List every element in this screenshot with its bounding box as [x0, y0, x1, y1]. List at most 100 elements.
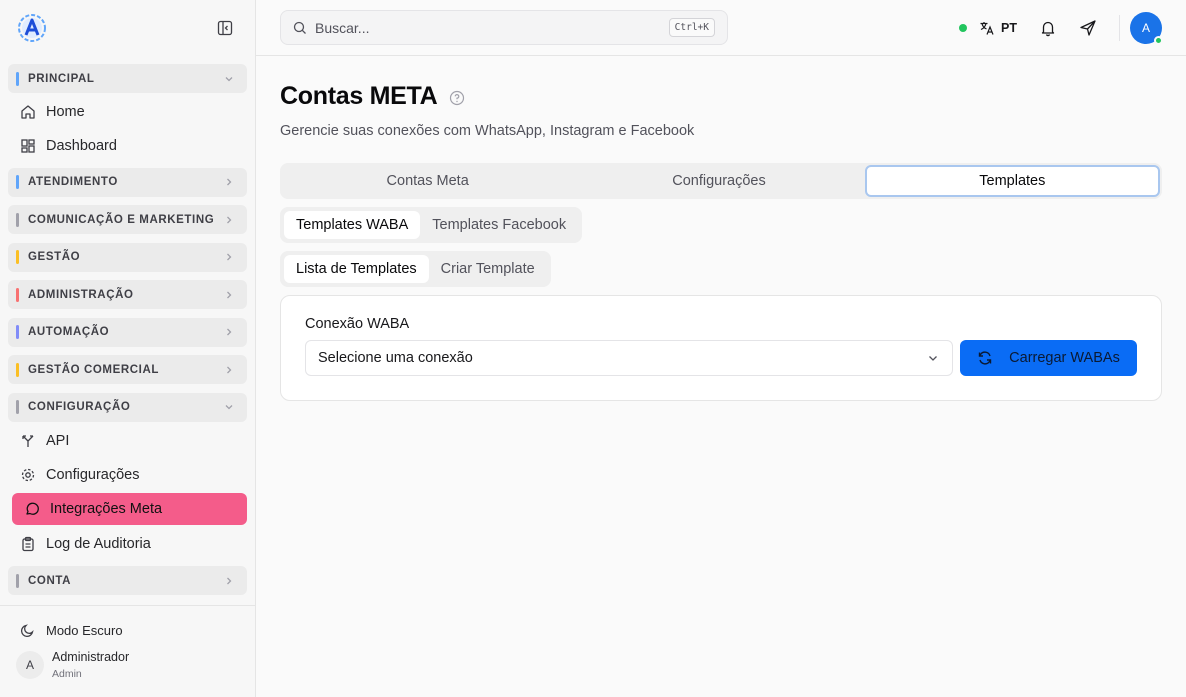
group-label: AUTOMAÇÃO: [28, 326, 110, 338]
sidebar-nav: PRINCIPAL Home Dashboard ATENDIMENTO COM…: [8, 64, 247, 604]
group-color-bar: [16, 362, 19, 377]
sidebar-collapse-button[interactable]: [215, 18, 235, 38]
group-administracao[interactable]: ADMINISTRAÇÃO: [8, 280, 247, 309]
group-label: COMUNICAÇÃO E MARKETING: [28, 213, 215, 226]
group-conta[interactable]: CONTA: [8, 566, 247, 595]
sidebar-item-label: Integrações Meta: [50, 501, 163, 517]
dashboard-icon: [21, 139, 35, 153]
app-logo-icon[interactable]: [16, 12, 48, 44]
user-avatar: A: [16, 651, 44, 679]
tab-templates-facebook[interactable]: Templates Facebook: [420, 211, 578, 239]
bell-icon[interactable]: [1039, 19, 1057, 37]
language-label: PT: [1001, 21, 1017, 35]
chevron-right-icon: [227, 216, 232, 223]
tab-lista-templates[interactable]: Lista de Templates: [284, 255, 429, 283]
group-color-bar: [16, 71, 19, 86]
group-label: ATENDIMENTO: [28, 176, 118, 188]
tab-criar-template[interactable]: Criar Template: [429, 255, 547, 283]
search-input[interactable]: [315, 19, 669, 36]
page-title: Contas META: [280, 82, 438, 110]
user-role: Admin: [52, 668, 82, 680]
group-color-bar: [16, 325, 19, 339]
online-indicator: [1154, 36, 1163, 45]
group-automacao[interactable]: AUTOMAÇÃO: [8, 317, 247, 347]
group-label: ADMINISTRAÇÃO: [28, 288, 134, 301]
waba-connection-card: Conexão WABA Selecione uma conexão Carre…: [280, 295, 1162, 401]
chevron-right-icon: [227, 577, 232, 584]
panel-left-icon: [217, 20, 233, 36]
tab-contas-meta[interactable]: Contas Meta: [282, 165, 573, 197]
waba-connection-select[interactable]: Selecione uma conexão: [305, 340, 953, 376]
chevron-down-icon: [225, 405, 233, 410]
sidebar-item-integracoes-meta[interactable]: Integrações Meta: [12, 493, 247, 525]
title-row: Contas META: [280, 82, 1162, 111]
language-switcher[interactable]: PT: [979, 20, 1017, 36]
group-label: CONTA: [28, 574, 72, 587]
group-color-bar: [16, 287, 19, 302]
sidebar-item-label: Configurações: [46, 466, 140, 483]
load-wabas-label: Carregar WABAs: [1009, 350, 1120, 366]
sidebar-item-label: Dashboard: [46, 138, 117, 154]
main-content: Contas META Gerencie suas conexões com W…: [280, 56, 1162, 401]
group-gestao[interactable]: GESTÃO: [8, 242, 247, 272]
sidebar-item-api[interactable]: API: [8, 425, 247, 456]
sidebar-header: [0, 0, 255, 56]
sidebar-item-label: API: [46, 432, 70, 449]
top-header: Ctrl+K PT A: [256, 0, 1186, 56]
group-atendimento[interactable]: ATENDIMENTO: [8, 167, 247, 197]
tab-configuracoes[interactable]: Configurações: [573, 165, 864, 197]
group-color-bar: [16, 175, 19, 189]
user-avatar-button[interactable]: A: [1130, 12, 1163, 45]
search-icon: [293, 21, 306, 34]
group-label: GESTÃO: [28, 251, 81, 263]
gear-icon: [21, 468, 35, 481]
template-type-tabs: Templates WABA Templates Facebook: [280, 207, 583, 243]
search-box[interactable]: Ctrl+K: [280, 10, 728, 45]
select-value: Selecione uma conexão: [318, 350, 473, 366]
tab-templates-waba[interactable]: Templates WABA: [284, 211, 421, 239]
group-principal[interactable]: PRINCIPAL: [8, 64, 247, 93]
sidebar-item-home[interactable]: Home: [8, 97, 247, 128]
group-gestao-comercial[interactable]: GESTÃO COMERCIAL: [8, 355, 247, 384]
sidebar-item-configuracoes[interactable]: Configurações: [8, 459, 247, 490]
refresh-icon: [978, 351, 992, 365]
group-comunicacao-marketing[interactable]: COMUNICAÇÃO E MARKETING: [8, 205, 247, 234]
page-subtitle: Gerencie suas conexões com WhatsApp, Ins…: [280, 123, 695, 139]
user-name: Administrador: [52, 650, 130, 664]
group-color-bar: [16, 400, 19, 414]
chevron-right-icon: [227, 366, 232, 373]
home-icon: [21, 105, 35, 119]
send-icon[interactable]: [1079, 19, 1097, 37]
sidebar-item-dashboard[interactable]: Dashboard: [8, 131, 247, 162]
group-configuracao[interactable]: CONFIGURAÇÃO: [8, 392, 247, 422]
header-divider: [1119, 15, 1120, 41]
group-color-bar: [16, 573, 19, 588]
header-actions: PT A: [959, 12, 1163, 45]
dark-mode-toggle[interactable]: Modo Escuro: [16, 618, 239, 642]
api-icon: [22, 434, 34, 447]
sidebar: PRINCIPAL Home Dashboard ATENDIMENTO COM…: [0, 0, 256, 697]
chevron-right-icon: [227, 253, 232, 261]
translate-icon: [980, 22, 994, 35]
main-tabs: Contas Meta Configurações Templates: [280, 163, 1162, 199]
chevron-right-icon: [227, 291, 232, 298]
chevron-down-icon: [929, 356, 937, 361]
chevron-right-icon: [227, 328, 232, 336]
avatar-initial: A: [1141, 21, 1150, 35]
sidebar-item-label: Home: [46, 104, 85, 120]
search-shortcut: Ctrl+K: [668, 18, 715, 37]
sidebar-item-label: Log de Auditoria: [46, 535, 151, 552]
dark-mode-label: Modo Escuro: [46, 622, 123, 638]
tab-templates[interactable]: Templates: [864, 165, 1160, 197]
help-circle-icon[interactable]: [449, 90, 465, 106]
user-profile[interactable]: A Administrador Admin: [16, 650, 239, 680]
connection-status-dot: [959, 24, 968, 32]
group-color-bar: [16, 212, 19, 227]
chevron-right-icon: [227, 178, 232, 186]
sidebar-item-log-auditoria[interactable]: Log de Auditoria: [8, 528, 247, 559]
clipboard-icon: [22, 536, 34, 551]
moon-icon: [20, 624, 34, 638]
sidebar-footer: Modo Escuro A Administrador Admin: [0, 605, 255, 697]
chevron-down-icon: [225, 76, 233, 81]
load-wabas-button[interactable]: Carregar WABAs: [960, 340, 1137, 376]
